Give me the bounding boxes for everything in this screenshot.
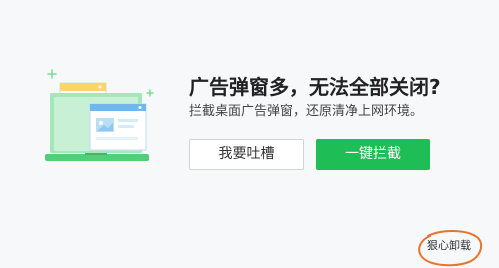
desktop-popup-illustration [45, 69, 154, 161]
complain-button[interactable]: 我要吐槽 [189, 139, 304, 170]
headline: 广告弹窗多，无法全部关闭? [189, 75, 441, 99]
annotation-circle [418, 230, 483, 267]
subtitle: 拦截桌面广告弹窗，还原清净上网环境。 [189, 104, 424, 119]
one-click-block-button[interactable]: 一键拦截 [316, 139, 430, 170]
